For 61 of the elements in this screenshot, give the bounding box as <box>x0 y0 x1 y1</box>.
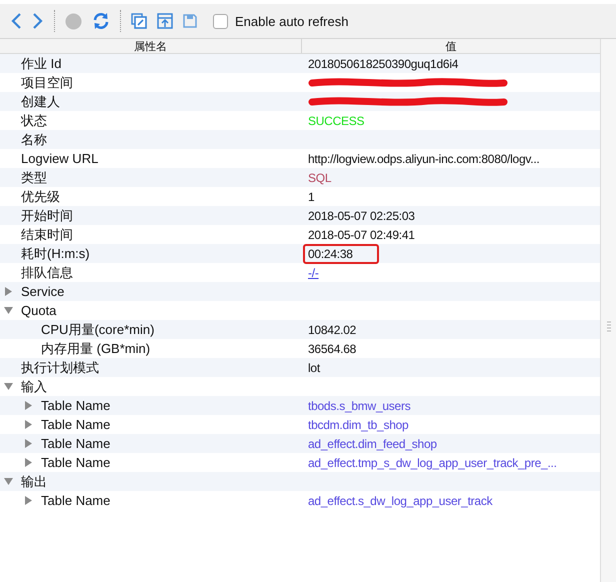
property-name: 开始时间 <box>21 206 73 224</box>
value-text: 36564.68 <box>308 342 356 356</box>
expand-toggle-icon[interactable] <box>4 477 13 486</box>
property-name: CPU用量(core*min) <box>41 320 154 338</box>
save-icon[interactable] <box>183 14 197 28</box>
forward-icon[interactable] <box>32 12 44 30</box>
table-link[interactable]: tbods.s_bmw_users <box>308 398 410 412</box>
status-value: SUCCESS <box>308 114 364 128</box>
value-text: http://logview.odps.aliyun-inc.com:8080/logv... <box>308 152 540 166</box>
property-name: 名称 <box>21 130 47 148</box>
expand-toggle-icon[interactable] <box>4 287 13 296</box>
table-link[interactable]: ad_effect.tmp_s_dw_log_app_user_track_pre_... <box>308 456 557 470</box>
export-icon[interactable] <box>157 13 173 29</box>
property-name: 项目空间 <box>21 74 73 92</box>
property-name: 创建人 <box>21 92 60 110</box>
refresh-icon[interactable] <box>92 12 110 30</box>
property-name: Service <box>21 284 64 299</box>
table-link[interactable]: ad_effect.dim_feed_shop <box>308 436 437 450</box>
property-name: Table Name <box>41 493 110 508</box>
auto-refresh-label: Enable auto refresh <box>235 14 348 28</box>
property-name: 结束时间 <box>21 226 73 244</box>
expand-toggle-icon[interactable] <box>24 439 33 448</box>
expand-toggle-icon[interactable] <box>24 458 33 467</box>
property-name: 排队信息 <box>21 264 73 282</box>
value-text: 00:24:38 <box>303 244 379 264</box>
property-name: 输出 <box>21 472 47 490</box>
property-name: 状态 <box>21 112 47 130</box>
property-name: Table Name <box>41 455 110 470</box>
type-value: SQL <box>308 170 332 184</box>
property-name: 类型 <box>21 168 47 186</box>
property-name: Table Name <box>41 436 110 451</box>
expand-toggle-icon[interactable] <box>4 306 13 315</box>
expand-toggle-icon[interactable] <box>24 420 33 429</box>
table-link[interactable]: tbcdm.dim_tb_shop <box>308 418 408 432</box>
value-text: 2018-05-07 02:25:03 <box>308 208 415 222</box>
expand-toggle-icon[interactable] <box>24 496 33 505</box>
property-name: 内存用量 (GB*min) <box>41 340 150 358</box>
column-header: 属性名 <box>134 40 167 54</box>
property-name: Table Name <box>41 398 110 413</box>
value-text: 2018050618250390guq1d6i4 <box>308 56 458 70</box>
table-link[interactable]: ad_effect.s_dw_log_app_user_track <box>308 494 492 508</box>
resize-handle-icon[interactable] <box>606 321 610 333</box>
property-name: Quota <box>21 303 56 318</box>
expand-toggle-icon[interactable] <box>24 401 33 410</box>
column-header: 值 <box>446 40 456 54</box>
property-name: 输入 <box>21 378 47 396</box>
back-icon[interactable] <box>10 12 22 30</box>
auto-refresh-checkbox[interactable] <box>213 14 228 28</box>
property-name: 耗时(H:m:s) <box>21 244 90 262</box>
value-text: 1 <box>308 190 314 204</box>
property-name: 作业 Id <box>21 54 62 72</box>
property-name: Logview URL <box>21 151 98 166</box>
property-name: 优先级 <box>21 188 60 206</box>
property-name: Table Name <box>41 417 110 432</box>
value-text: 2018-05-07 02:49:41 <box>308 228 415 242</box>
expand-toggle-icon[interactable] <box>4 382 13 391</box>
value-text: lot <box>308 360 320 374</box>
copy-icon[interactable] <box>131 13 147 29</box>
property-name: 执行计划模式 <box>21 358 99 376</box>
queue-link[interactable]: -/- <box>308 266 319 280</box>
value-text: 10842.02 <box>308 322 356 336</box>
